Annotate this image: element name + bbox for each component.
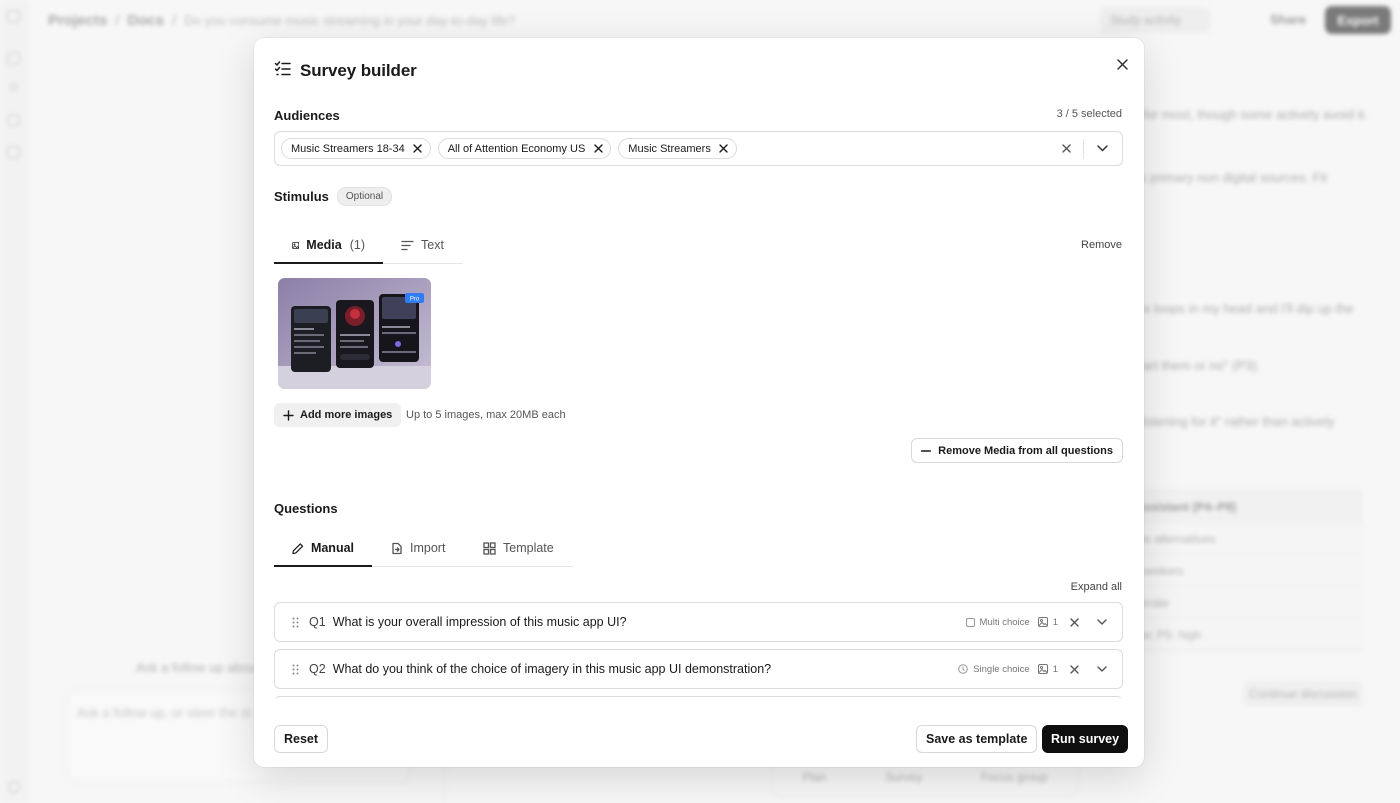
audience-chip-label: Music Streamers 18-34: [291, 142, 405, 155]
pencil-icon: [292, 542, 304, 554]
question-number: Q1: [309, 615, 326, 629]
pro-badge: Pro: [410, 297, 420, 303]
tab-media[interactable]: Media (1): [274, 227, 383, 264]
question-type: Single choice: [958, 664, 1030, 675]
add-more-images-label: Add more images: [300, 409, 393, 421]
audience-chip-label: Music Streamers: [628, 142, 711, 155]
question-type-label: Single choice: [973, 663, 1030, 675]
tab-manual-label: Manual: [310, 541, 354, 555]
image-icon: [1037, 664, 1048, 674]
audiences-count: 3 / 5 selected: [1056, 108, 1122, 120]
chevron-down-icon: [1096, 144, 1108, 151]
remove-audience-button[interactable]: [718, 143, 730, 155]
remove-question-button[interactable]: [1066, 661, 1082, 677]
question-media-count: 1: [1037, 663, 1058, 675]
checkbox-icon: [965, 617, 975, 627]
image-icon: [1037, 617, 1048, 627]
question-text: What is your overall impression of this …: [332, 615, 627, 629]
clear-audiences-button[interactable]: [1058, 140, 1074, 156]
remove-audience-button[interactable]: [592, 143, 604, 155]
expand-all-link[interactable]: Expand all: [1071, 581, 1122, 593]
question-type: Multi choice: [965, 616, 1030, 628]
close-icon: [594, 144, 603, 153]
tab-template[interactable]: Template: [465, 530, 573, 566]
divider: [1083, 139, 1084, 159]
close-icon: [413, 144, 422, 153]
drag-handle-icon[interactable]: [289, 617, 301, 628]
image-icon: [292, 241, 300, 249]
audience-chip: Music Streamers: [618, 138, 737, 159]
tab-template-label: Template: [503, 541, 554, 555]
dialog-header: Survey builder: [274, 60, 417, 82]
close-dialog-button[interactable]: [1112, 54, 1132, 74]
remove-media-all-button[interactable]: Remove Media from all questions: [911, 438, 1123, 463]
upload-hint: Up to 5 images, max 20MB each: [406, 409, 566, 421]
audience-chip: Music Streamers 18-34: [281, 138, 431, 159]
close-icon: [719, 144, 729, 153]
questions-label: Questions: [274, 501, 338, 516]
import-icon: [392, 542, 402, 554]
remove-audience-button[interactable]: [412, 143, 424, 155]
tab-import[interactable]: Import: [372, 530, 465, 566]
question-row[interactable]: Q1 What is your overall impression of th…: [274, 602, 1123, 642]
expand-question-button[interactable]: [1094, 614, 1110, 630]
radio-icon: [958, 664, 968, 674]
media-count-value: 1: [1052, 616, 1058, 628]
stimulus-image-thumbnail[interactable]: Pro: [278, 278, 431, 389]
question-media-count: 1: [1037, 616, 1058, 628]
question-row[interactable]: Q2 What do you think of the choice of im…: [274, 649, 1123, 689]
audiences-dropdown-button[interactable]: [1094, 140, 1110, 156]
audience-chip-label: All of Attention Economy US: [447, 142, 586, 155]
tab-media-label: Media: [306, 238, 342, 252]
audience-chip: All of Attention Economy US: [437, 138, 612, 159]
tab-text[interactable]: Text: [383, 227, 463, 263]
close-icon: [1069, 664, 1079, 674]
question-type-label: Multi choice: [979, 616, 1030, 628]
dialog-title: Survey builder: [300, 61, 417, 80]
close-icon: [1069, 617, 1079, 627]
tab-text-label: Text: [421, 238, 444, 252]
minus-icon: [921, 449, 932, 452]
tab-media-count: (1): [349, 238, 365, 252]
save-as-template-button[interactable]: Save as template: [916, 725, 1038, 753]
optional-badge: Optional: [336, 187, 393, 206]
remove-media-all-label: Remove Media from all questions: [938, 444, 1113, 457]
question-number: Q2: [309, 662, 326, 676]
stimulus-label: Stimulus: [274, 189, 329, 204]
survey-builder-dialog: Survey builder Audiences 3 / 5 selected …: [254, 38, 1144, 767]
stimulus-tabs: Media (1) Text: [274, 227, 463, 264]
reset-button[interactable]: Reset: [274, 725, 329, 753]
media-count-value: 1: [1052, 663, 1058, 675]
expand-question-button[interactable]: [1094, 661, 1110, 677]
plus-icon: [283, 409, 294, 421]
remove-question-button[interactable]: [1066, 614, 1082, 630]
tab-import-label: Import: [410, 541, 446, 555]
add-more-images-button[interactable]: Add more images: [274, 403, 402, 427]
remove-stimulus-link[interactable]: Remove: [1081, 239, 1122, 251]
close-icon: [1061, 143, 1071, 153]
text-lines-icon: [401, 240, 414, 250]
checklist-icon: [274, 60, 291, 82]
music-app-screens-image: Pro: [278, 278, 431, 389]
chevron-down-icon: [1097, 666, 1107, 672]
stimulus-header: Stimulus Optional: [274, 187, 393, 206]
audiences-select[interactable]: Music Streamers 18-34 All of Attention E…: [274, 131, 1123, 166]
scroll-mask: [254, 698, 1144, 714]
tab-manual[interactable]: Manual: [274, 530, 372, 567]
run-survey-button[interactable]: Run survey: [1042, 725, 1129, 753]
drag-handle-icon[interactable]: [289, 664, 301, 675]
close-icon: [1116, 58, 1128, 70]
chevron-down-icon: [1097, 619, 1107, 625]
questions-tabs: Manual Import Template: [274, 530, 573, 567]
template-grid-icon: [483, 541, 496, 555]
question-text: What do you think of the choice of image…: [332, 662, 772, 676]
audiences-label: Audiences: [274, 108, 340, 123]
